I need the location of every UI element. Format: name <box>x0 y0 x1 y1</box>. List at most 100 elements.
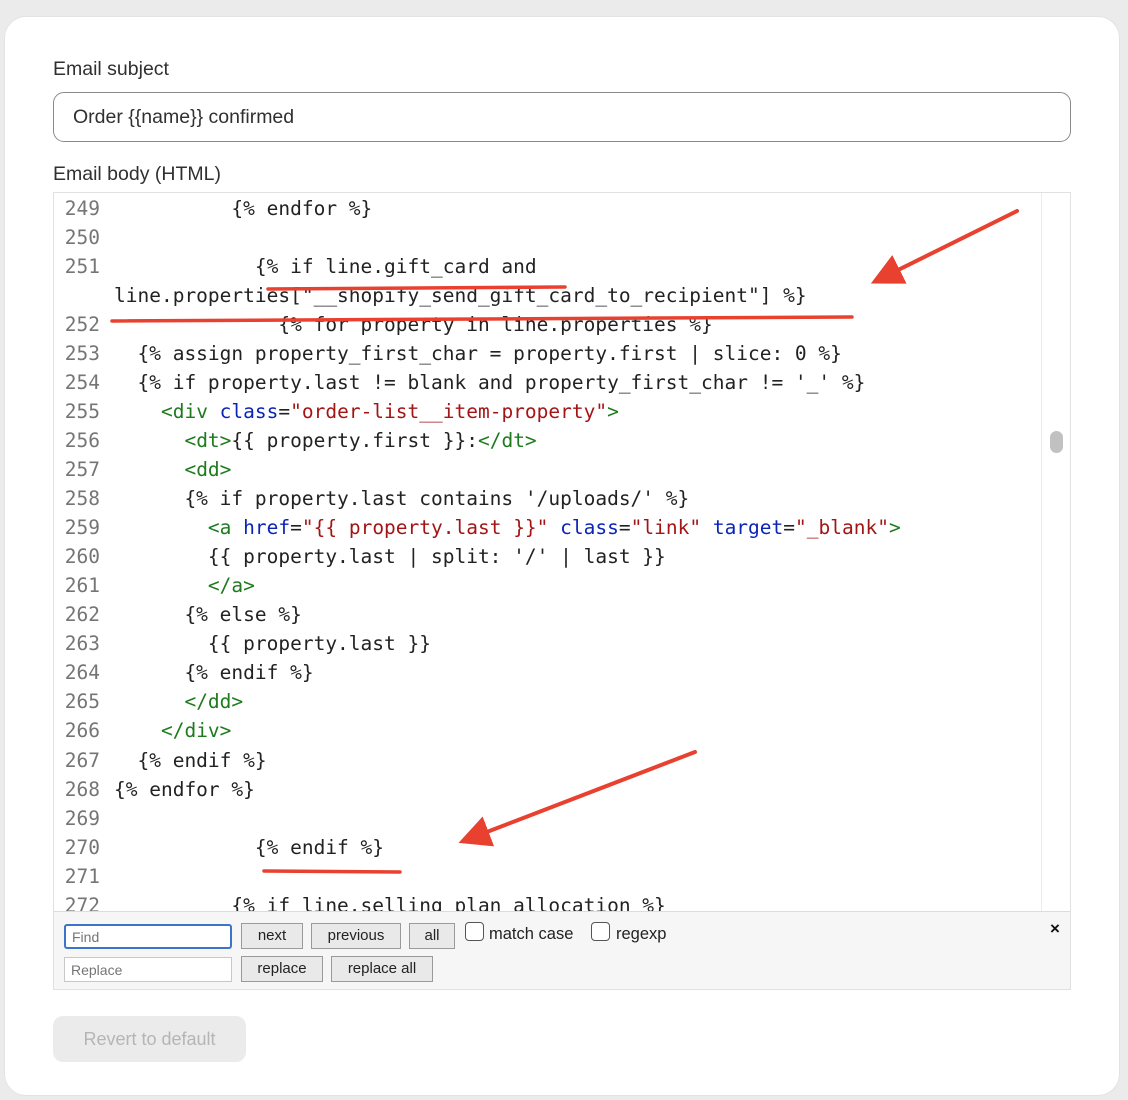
code-token: {{ property.last | split: '/' | last }} <box>114 545 666 568</box>
code-line: <dt>{{ property.first }}:</dt> <box>114 429 537 452</box>
line-number: 255 <box>64 400 100 423</box>
code-line: </a> <box>114 574 255 597</box>
code-token: > <box>607 400 619 423</box>
line-number: 261 <box>64 574 100 597</box>
line-number: 263 <box>64 632 100 655</box>
code-token: </dt> <box>477 429 537 452</box>
line-number: 267 <box>64 749 100 772</box>
code-token: {{ property.first }}: <box>231 429 478 452</box>
revert-to-default-button[interactable]: Revert to default <box>53 1016 246 1062</box>
code-token: {% if property.last != blank and propert… <box>114 371 866 394</box>
code-line: {% endif %} <box>114 836 384 859</box>
code-line: line.properties["__shopify_send_gift_car… <box>114 284 807 307</box>
scrollbar-thumb[interactable] <box>1050 431 1063 453</box>
line-number: 269 <box>64 807 100 830</box>
replace-input[interactable] <box>64 957 232 982</box>
code-line: {% for property in line.properties %} <box>114 313 712 336</box>
code-token: = <box>783 516 796 539</box>
code-line: {% if line.selling_plan_allocation %} <box>114 894 666 911</box>
line-number: 251 <box>64 255 100 278</box>
match-case-checkbox[interactable] <box>465 922 484 941</box>
line-number: 257 <box>64 458 100 481</box>
email-subject-input[interactable] <box>53 92 1071 142</box>
code-token: {% if line.selling_plan_allocation %} <box>114 894 666 911</box>
code-line: {% endif %} <box>114 661 314 684</box>
code-token: {% endif %} <box>114 836 385 859</box>
line-number: 262 <box>64 603 100 626</box>
code-editor[interactable]: 249 250 251 252 253 254 255 256 257 258 259 260 261 2… <box>53 192 1071 990</box>
line-number: 256 <box>64 429 100 452</box>
email-subject-label: Email subject <box>53 58 169 80</box>
line-number: 253 <box>64 342 100 365</box>
code-token: {% if property.last contains '/uploads/'… <box>114 487 690 510</box>
code-line: {% else %} <box>114 603 302 626</box>
line-number: 272 <box>64 894 100 911</box>
code-line: </div> <box>114 719 231 742</box>
code-token: {% endfor %} <box>114 778 255 801</box>
code-token: "{{ property.last }}" <box>301 516 549 539</box>
code-token: {% endif %} <box>114 749 267 772</box>
replace-all-button[interactable]: replace all <box>331 956 433 982</box>
code-token: "order-list__item-property" <box>290 400 608 423</box>
line-number: 252 <box>64 313 100 336</box>
line-number: 249 <box>64 197 100 220</box>
regexp-checkbox[interactable] <box>591 922 610 941</box>
find-input[interactable] <box>64 924 232 949</box>
code-token: <dd> <box>184 458 232 481</box>
code-token: </div> <box>160 719 232 742</box>
code-line: <a href="{{ property.last }}" class="lin… <box>114 516 901 539</box>
code-line: {% endfor %} <box>114 197 372 220</box>
vertical-scrollbar[interactable] <box>1041 193 1070 911</box>
code-line: {{ property.last }} <box>114 632 431 655</box>
match-case-label: match case <box>489 925 574 943</box>
code-token: {% endif %} <box>114 661 314 684</box>
find-replace-bar: next previous all match case regexp × re… <box>54 911 1070 989</box>
code-token: target <box>712 516 784 539</box>
code-area[interactable]: 249 250 251 252 253 254 255 256 257 258 259 260 261 2… <box>54 193 1041 911</box>
code-line: {% if property.last != blank and propert… <box>114 371 865 394</box>
code-token: = <box>290 516 302 539</box>
code-line: <dd> <box>114 458 231 481</box>
code-token: line.properties["__shopify_send_gift_car… <box>114 284 807 307</box>
code-token: class <box>219 400 279 423</box>
code-token: = <box>618 516 631 539</box>
line-number: 250 <box>64 226 100 249</box>
line-number: 254 <box>64 371 100 394</box>
replace-button[interactable]: replace <box>241 956 323 982</box>
code-line: {{ property.last | split: '/' | last }} <box>114 545 666 568</box>
line-number: 264 <box>64 661 100 684</box>
code-token: {% else %} <box>114 603 302 626</box>
code-token: = <box>278 400 291 423</box>
code-token: </dd> <box>184 690 244 713</box>
code-token: "link" <box>630 516 702 539</box>
code-line: <div class="order-list__item-property"> <box>114 400 619 423</box>
close-icon[interactable]: × <box>1050 919 1060 939</box>
email-body-label: Email body (HTML) <box>53 163 221 185</box>
line-number: 266 <box>64 719 100 742</box>
line-number: 271 <box>64 865 100 888</box>
find-all-button[interactable]: all <box>409 923 455 949</box>
code-token: class <box>560 516 619 539</box>
code-line: {% if line.gift_card and <box>114 255 537 278</box>
code-token: "_blank" <box>795 516 889 539</box>
code-line: </dd> <box>114 690 243 713</box>
code-token: {% if line.gift_card and <box>114 255 537 278</box>
find-next-button[interactable]: next <box>241 923 303 949</box>
code-token: <a <box>207 516 244 539</box>
code-line: {% if property.last contains '/uploads/'… <box>114 487 689 510</box>
line-number: 268 <box>64 778 100 801</box>
code-token: href <box>243 516 291 539</box>
code-token: <dt> <box>184 429 232 452</box>
find-previous-button[interactable]: previous <box>311 923 401 949</box>
regexp-label: regexp <box>616 925 667 943</box>
code-token: {% assign property_first_char = property… <box>114 342 842 365</box>
line-number: 260 <box>64 545 100 568</box>
